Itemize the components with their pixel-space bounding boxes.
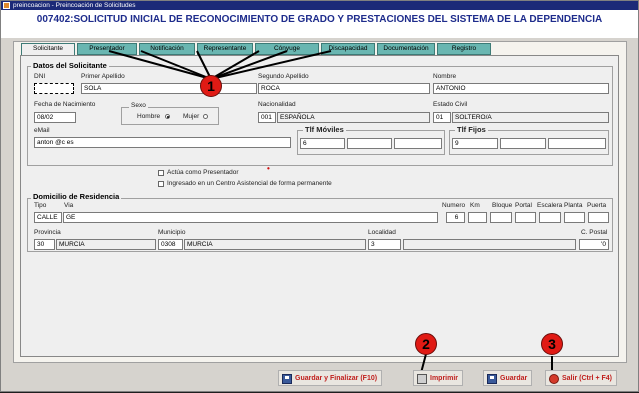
bloque-label: Bloque — [492, 202, 513, 209]
estado-civil-code-field[interactable]: 01 — [433, 112, 451, 123]
localidad-field — [403, 239, 576, 250]
sexo-label: Sexo — [129, 102, 148, 109]
tab-discapacidad[interactable]: Discapacidad — [321, 43, 375, 55]
imprimir-label: Imprimir — [430, 375, 459, 382]
callout-3: 3 — [541, 333, 563, 355]
domicilio-legend: Domicilio de Residencia — [31, 192, 122, 201]
tab-representante[interactable]: Representante — [197, 43, 253, 55]
printer-icon — [417, 374, 427, 384]
apellido2-field[interactable]: ROCA — [258, 83, 430, 94]
puerta-label: Puerta — [587, 202, 607, 209]
tab-conyuge[interactable]: Cónyuge — [255, 43, 319, 55]
email-label: eMail — [34, 127, 50, 134]
save-icon — [487, 374, 497, 384]
estado-civil-label: Estado Civil — [433, 101, 468, 108]
form-header: 007402:SOLICITUD INICIAL DE RECONOCIMIEN… — [1, 10, 638, 38]
km-label: Km — [470, 202, 480, 209]
app-icon — [3, 2, 10, 9]
exit-icon — [549, 374, 559, 384]
estado-civil-field: SOLTERO/A — [452, 112, 609, 123]
ingresado-label: Ingresado en un Centro Asistencial de fo… — [167, 180, 332, 187]
tipo-field[interactable]: CALLE — [34, 212, 62, 223]
tipo-label: Tipo — [34, 202, 47, 209]
guardar-button[interactable]: Guardar — [483, 370, 533, 386]
numero-label: Numero — [442, 202, 466, 209]
localidad-label: Localidad — [368, 229, 396, 236]
imprimir-button[interactable]: Imprimir — [413, 370, 464, 386]
puerta-field[interactable] — [588, 212, 609, 223]
title-bar: preincoacion - Preincoación de Solicitud… — [1, 1, 638, 10]
via-label: Via — [64, 202, 74, 209]
hombre-radio[interactable] — [165, 114, 170, 119]
municipio-label: Municipio — [158, 229, 186, 236]
solicitante-legend: Datos del Solicitante — [31, 61, 109, 70]
numero-field[interactable]: 6 — [446, 212, 465, 223]
mujer-label: Mujer — [183, 113, 200, 120]
nacionalidad-field: ESPAÑOLA — [277, 112, 430, 123]
provincia-label: Provincia — [34, 229, 61, 236]
localidad-code-field[interactable]: 3 — [368, 239, 401, 250]
apellido1-label: Primer Apellido — [81, 73, 125, 80]
actua-presentador-label: Actúa como Presentador — [167, 169, 239, 176]
via-field[interactable]: GE — [63, 212, 438, 223]
fijos-label: Tlf Fijos — [455, 125, 488, 134]
fijo2-field[interactable] — [500, 138, 546, 149]
salir-label: Salir (Ctrl + F4) — [562, 375, 612, 382]
tab-content: Datos del Solicitante DNI Primer Apellid… — [20, 55, 619, 357]
fijo3-field[interactable] — [548, 138, 606, 149]
window-title: preincoacion - Preincoación de Solicitud… — [13, 2, 136, 9]
application-window: preincoacion - Preincoación de Solicitud… — [0, 0, 639, 392]
portal-label: Portal — [515, 202, 532, 209]
save-icon — [282, 374, 292, 384]
tab-presentador[interactable]: Presentador — [77, 43, 137, 55]
fecha-label: Fecha de Nacimiento — [34, 101, 96, 108]
apellido1-field[interactable]: SOLA — [81, 83, 257, 94]
provincia-code-field[interactable]: 30 — [34, 239, 55, 250]
salir-button[interactable]: Salir (Ctrl + F4) — [545, 370, 617, 386]
nombre-field[interactable]: ANTONIO — [433, 83, 609, 94]
nombre-label: Nombre — [433, 73, 457, 80]
tab-notificacion[interactable]: Notificación — [139, 43, 195, 55]
guardar-finalizar-button[interactable]: Guardar y Finalizar (F10) — [278, 370, 383, 386]
fecha-field[interactable]: 08/02 — [34, 112, 76, 123]
planta-label: Planta — [564, 202, 583, 209]
municipio-field: MURCIA — [184, 239, 366, 250]
escalera-field[interactable] — [539, 212, 561, 223]
footer-toolbar: Guardar y Finalizar (F10) Imprimir Guard… — [1, 366, 638, 391]
nacionalidad-code-field[interactable]: 001 — [258, 112, 276, 123]
moviles-label: Tlf Móviles — [303, 125, 346, 134]
provincia-field: MURCIA — [56, 239, 156, 250]
tab-documentacion[interactable]: Documentación — [377, 43, 435, 55]
portal-field[interactable] — [515, 212, 536, 223]
guardar-finalizar-label: Guardar y Finalizar (F10) — [295, 375, 378, 382]
guardar-label: Guardar — [500, 375, 528, 382]
planta-field[interactable] — [564, 212, 585, 223]
dni-field[interactable] — [34, 83, 74, 94]
ingresado-checkbox[interactable] — [158, 181, 164, 187]
movil1-field[interactable]: 6 — [300, 138, 345, 149]
apellido2-label: Segundo Apellido — [258, 73, 309, 80]
cpostal-field[interactable]: '0 — [579, 239, 609, 250]
tab-registro[interactable]: Registro — [437, 43, 491, 55]
callout-2: 2 — [415, 333, 437, 355]
movil3-field[interactable] — [394, 138, 442, 149]
page-title: 007402:SOLICITUD INICIAL DE RECONOCIMIEN… — [36, 14, 603, 25]
km-field[interactable] — [468, 212, 487, 223]
municipio-code-field[interactable]: 0308 — [158, 239, 183, 250]
callout-1: 1 — [200, 75, 222, 97]
actua-presentador-checkbox[interactable] — [158, 170, 164, 176]
hombre-label: Hombre — [137, 113, 161, 120]
nacionalidad-label: Nacionalidad — [258, 101, 296, 108]
fijo1-field[interactable]: 9 — [452, 138, 498, 149]
email-field[interactable]: anton @c es — [34, 137, 291, 148]
escalera-label: Escalera — [537, 202, 563, 209]
mujer-radio[interactable] — [203, 114, 208, 119]
required-marker: • — [267, 164, 270, 173]
bloque-field[interactable] — [490, 212, 512, 223]
movil2-field[interactable] — [347, 138, 392, 149]
dni-label: DNI — [34, 73, 46, 80]
cpostal-label: C. Postal — [581, 229, 608, 236]
